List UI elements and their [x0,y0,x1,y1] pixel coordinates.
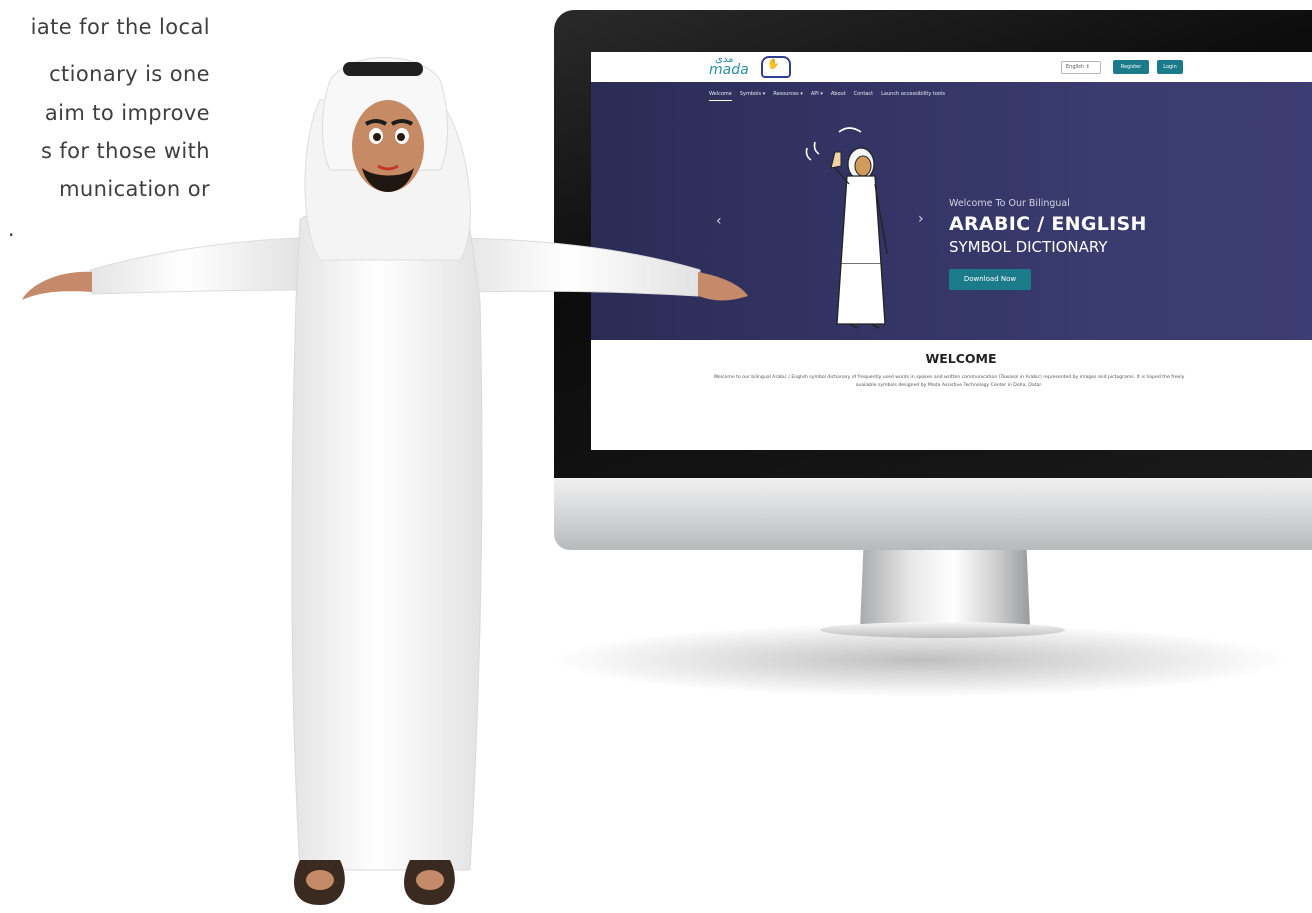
hero-title-line1: ARABIC / ENGLISH [949,213,1147,235]
tawasol-logo-icon: ✋ [767,59,780,70]
hero-title-line2: SYMBOL DICTIONARY [949,238,1108,256]
download-now-button[interactable]: Download Now [949,269,1031,290]
nav-item-about[interactable]: About [831,89,846,101]
login-button[interactable]: Login [1157,60,1183,74]
agal-headband [343,62,423,76]
nav-item-api[interactable]: API ▾ [811,89,823,101]
nav-item-accessibility[interactable]: Launch accessibility tools [881,89,945,101]
monitor-stand-base [820,622,1065,638]
carousel-next-icon[interactable]: › [918,212,924,226]
monitor-stand [860,548,1030,628]
register-button[interactable]: Register [1113,60,1149,74]
tawasol-logo[interactable]: ✋ [761,56,791,78]
waving-man-illustration [805,127,888,329]
nav-item-contact[interactable]: Contact [854,89,873,101]
welcome-paragraph: Welcome to our bilingual Arabic / Englis… [713,375,1185,388]
language-select[interactable]: English ⇕ [1061,61,1101,74]
hero-subtitle: Welcome To Our Bilingual [949,198,1070,209]
nav-item-resources[interactable]: Resources ▾ [773,89,803,101]
man-in-thobe-figure [22,57,748,905]
